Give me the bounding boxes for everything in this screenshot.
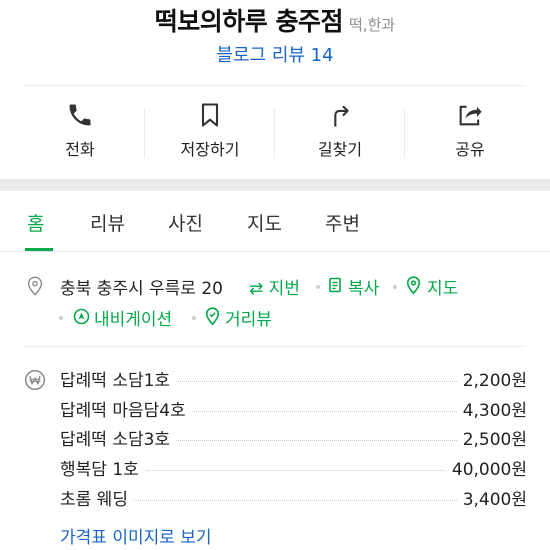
- menu-item-price: 2,200원: [456, 366, 527, 391]
- won-currency-icon: [24, 369, 46, 391]
- menu-item-name: 답례떡 소담3호: [60, 425, 177, 450]
- save-button[interactable]: 저장하기: [145, 86, 275, 178]
- menu-item-price: 3,400원: [456, 485, 527, 510]
- menu-section: 답례떡 소담1호 2,200원 답례떡 마음담4호 4,300원 답례떡 소담3…: [0, 347, 550, 550]
- menu-item: 답례떡 마음담4호 4,300원: [60, 396, 527, 421]
- tab-photos[interactable]: 사진: [168, 209, 203, 236]
- map-pin-icon: [406, 276, 421, 295]
- menu-item: 초롬 웨딩 3,400원: [60, 485, 527, 510]
- place-header: 떡보의하루 충주점 떡,한과 블로그 리뷰 14: [0, 0, 550, 85]
- place-title: 떡보의하루 충주점: [154, 7, 344, 36]
- directions-label: 길찾기: [317, 140, 363, 159]
- tab-reviews[interactable]: 리뷰: [90, 209, 125, 236]
- place-category: 떡,한과: [349, 16, 396, 34]
- copy-button[interactable]: 복사: [348, 274, 379, 299]
- tab-bar: 홈 리뷰 사진 지도 주변: [0, 191, 550, 252]
- map-link[interactable]: 지도: [427, 274, 458, 299]
- save-label: 저장하기: [180, 140, 240, 159]
- menu-item-name: 답례떡 소담1호: [60, 366, 177, 391]
- action-bar: 전화 저장하기 길찾기 공유: [15, 86, 535, 178]
- call-label: 전화: [65, 140, 95, 159]
- dot-separator: [192, 316, 196, 320]
- directions-icon: [334, 105, 349, 127]
- share-button[interactable]: 공유: [405, 86, 535, 178]
- share-label: 공유: [455, 140, 485, 159]
- street-view-link[interactable]: 거리뷰: [225, 305, 272, 330]
- tab-home[interactable]: 홈: [27, 209, 44, 236]
- menu-item-price: 2,500원: [456, 425, 527, 450]
- copy-icon: [329, 277, 341, 293]
- menu-item: 답례떡 소담3호 2,500원: [60, 425, 527, 450]
- address-text: 충북 충주시 우륵로 20: [60, 279, 223, 299]
- tab-nearby[interactable]: 주변: [325, 209, 360, 236]
- price-image-link[interactable]: 가격표 이미지로 보기: [60, 523, 212, 548]
- navigation-link[interactable]: 내비게이션: [94, 305, 172, 330]
- menu-item-name: 초롬 웨딩: [60, 485, 134, 510]
- tab-map[interactable]: 지도: [247, 209, 282, 236]
- dot-separator: [393, 285, 397, 289]
- address-section: 충북 충주시 우륵로 20 ⇄ 지번 복사 지도 내비게이션 거리뷰: [0, 252, 550, 347]
- location-pin-icon: [27, 276, 43, 296]
- dot-separator: [59, 316, 63, 320]
- menu-item-name: 답례떡 마음담4호: [60, 396, 192, 421]
- call-button[interactable]: 전화: [15, 86, 145, 178]
- phone-icon: [69, 104, 91, 126]
- active-tab-indicator: [25, 248, 53, 251]
- menu-item: 행복담 1호 40,000원: [60, 455, 527, 480]
- share-icon: [459, 105, 482, 126]
- menu-item: 답례떡 소담1호 2,200원: [60, 366, 527, 391]
- navigation-icon: [73, 308, 90, 325]
- menu-item-price: 4,300원: [456, 396, 527, 421]
- menu-item-price: 40,000원: [445, 455, 527, 480]
- dot-separator: [316, 285, 320, 289]
- menu-item-name: 행복담 1호: [60, 455, 145, 480]
- section-gap: [0, 179, 550, 191]
- street-view-icon: [205, 307, 220, 326]
- lot-address-link[interactable]: ⇄ 지번: [249, 274, 300, 299]
- directions-button[interactable]: 길찾기: [275, 86, 405, 178]
- blog-review-link[interactable]: 블로그 리뷰 14: [0, 41, 550, 67]
- title-row: 떡보의하루 충주점 떡,한과: [0, 2, 550, 38]
- bookmark-icon: [201, 103, 219, 127]
